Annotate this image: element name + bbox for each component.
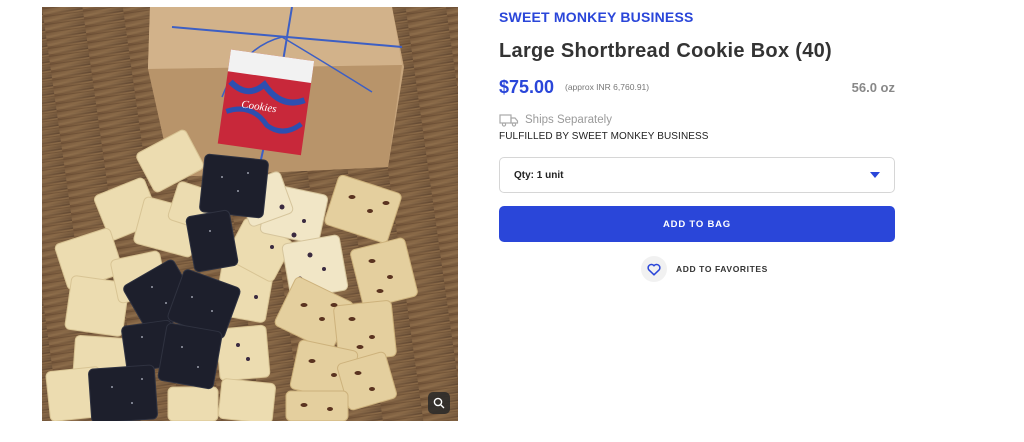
add-to-favorites-label: ADD TO FAVORITES	[676, 264, 768, 274]
add-to-bag-button[interactable]: ADD TO BAG	[499, 206, 895, 242]
heart-icon	[641, 256, 667, 282]
product-image[interactable]: Cookies	[42, 7, 458, 421]
add-to-favorites-button[interactable]: ADD TO FAVORITES	[641, 256, 768, 282]
product-title: Large Shortbread Cookie Box (40)	[499, 40, 832, 62]
product-price: $75.00	[499, 77, 555, 97]
product-weight: 56.0 oz	[851, 80, 895, 95]
approx-local-price: (approx INR 6,760.91)	[565, 82, 650, 92]
fulfilled-by-label: FULFILLED BY SWEET MONKEY BUSINESS	[499, 131, 709, 142]
ships-separately-label: Ships Separately	[525, 114, 612, 126]
cookie-box-photo: Cookies	[42, 7, 458, 421]
magnifier-icon	[433, 397, 445, 409]
shipping-info: Ships Separately	[499, 113, 612, 127]
quantity-select[interactable]: Qty: 1 unit	[499, 157, 895, 193]
truck-icon	[499, 114, 519, 127]
brand-link[interactable]: SWEET MONKEY BUSINESS	[499, 9, 694, 25]
zoom-button[interactable]	[428, 392, 450, 414]
quantity-select-value: Qty: 1 unit	[514, 169, 564, 181]
caret-down-icon	[870, 172, 880, 178]
